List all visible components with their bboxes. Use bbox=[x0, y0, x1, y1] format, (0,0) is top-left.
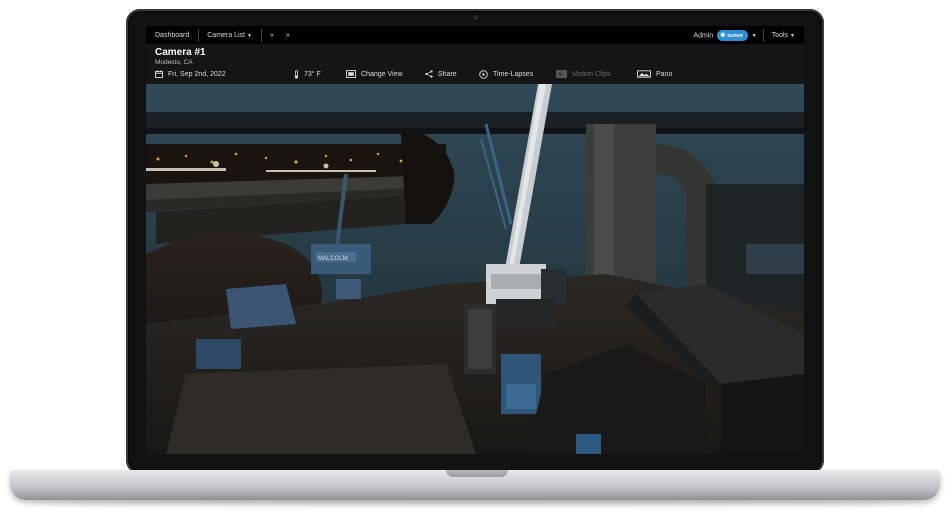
change-view-label: Change View bbox=[361, 70, 403, 78]
date-label: Fri, Sep 2nd, 2022 bbox=[168, 70, 226, 78]
chevron-down-icon: ▼ bbox=[246, 32, 252, 39]
admin-menu[interactable]: Admin ✱ SUPER ▼ bbox=[684, 29, 762, 41]
nav-dashboard-link[interactable]: Dashboard bbox=[146, 32, 198, 39]
pano-label: Pano bbox=[656, 70, 673, 78]
thermometer-icon bbox=[294, 70, 299, 79]
temperature-label: 73° F bbox=[304, 71, 321, 78]
laptop-screen: Dashboard Camera List ▼ « » Admin ✱ SUPER ▼… bbox=[146, 26, 804, 454]
star-icon: ✱ bbox=[720, 32, 726, 39]
chevron-down-icon: ▼ bbox=[790, 32, 795, 39]
calendar-icon bbox=[155, 70, 163, 78]
camera-feed-image[interactable]: MALCOLM bbox=[146, 84, 804, 454]
motion-clips-button[interactable]: Motion Clips bbox=[556, 70, 611, 78]
motion-clips-label: Motion Clips bbox=[572, 70, 611, 78]
nav-camera-list-dropdown[interactable]: Camera List ▼ bbox=[198, 28, 261, 42]
nav-next-button[interactable]: » bbox=[283, 32, 299, 39]
camera-location: Modesto, CA bbox=[155, 59, 193, 66]
laptop-notch bbox=[446, 470, 508, 477]
construction-site-scene: MALCOLM bbox=[146, 84, 804, 454]
top-navigation: Dashboard Camera List ▼ « » Admin ✱ SUPER ▼… bbox=[146, 26, 804, 44]
share-label: Share bbox=[438, 70, 457, 78]
super-badge-label: SUPER bbox=[727, 32, 743, 38]
camera-header: Camera #1 Modesto, CA Fri, Sep 2nd, 2022… bbox=[146, 44, 804, 84]
nav-prev-button[interactable]: « bbox=[260, 28, 283, 42]
time-lapses-button[interactable]: Time-Lapses bbox=[479, 70, 533, 79]
admin-label: Admin bbox=[693, 31, 714, 39]
motion-clips-icon bbox=[556, 70, 567, 78]
change-view-icon bbox=[346, 70, 356, 78]
chevron-down-icon: ▼ bbox=[751, 32, 757, 39]
camera-title: Camera #1 bbox=[155, 47, 206, 58]
play-circle-icon bbox=[479, 70, 488, 79]
pano-button[interactable]: Pano bbox=[637, 70, 672, 78]
tools-menu[interactable]: Tools ▼ bbox=[762, 28, 804, 42]
super-badge: ✱ SUPER bbox=[717, 29, 748, 41]
webcam-dot bbox=[473, 15, 478, 20]
share-icon bbox=[425, 70, 433, 78]
tools-label: Tools bbox=[771, 31, 789, 39]
temperature-readout: 73° F bbox=[294, 70, 321, 79]
crane-label-text: MALCOLM bbox=[318, 256, 348, 262]
date-picker[interactable]: Fri, Sep 2nd, 2022 bbox=[155, 70, 226, 78]
camera-toolbar: Fri, Sep 2nd, 2022 73° F Change View Sha… bbox=[146, 70, 804, 82]
camera-list-label: Camera List bbox=[207, 31, 245, 39]
pano-icon bbox=[637, 70, 651, 78]
time-lapses-label: Time-Lapses bbox=[493, 71, 534, 78]
change-view-button[interactable]: Change View bbox=[346, 70, 403, 78]
share-button[interactable]: Share bbox=[425, 70, 457, 78]
